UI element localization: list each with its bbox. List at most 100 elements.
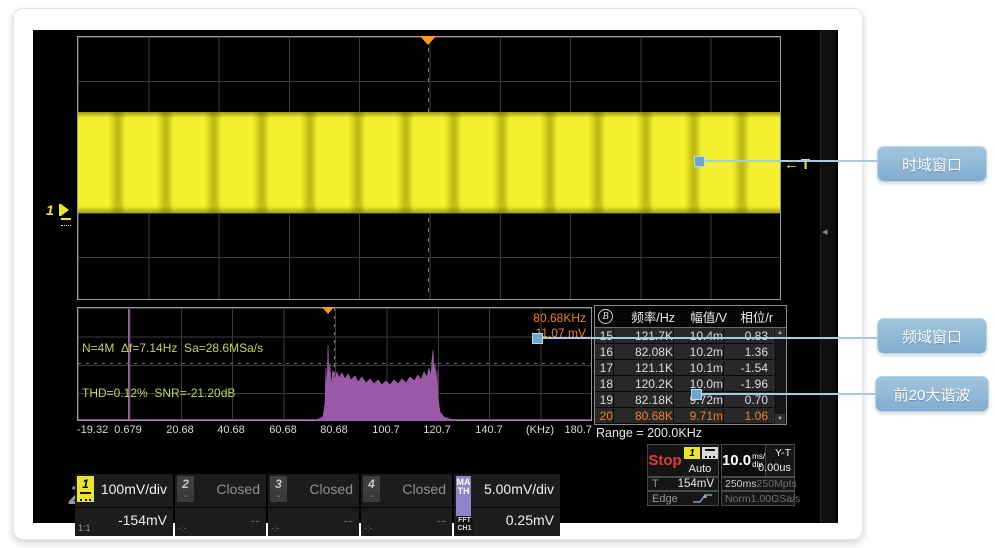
ch3-number-badge[interactable]: 3 xyxy=(270,476,287,491)
callout-marker-freq-window xyxy=(532,333,543,344)
ch1-ground-marker[interactable]: 1 xyxy=(46,202,69,218)
fft-cursor-amplitude: 11.07 mV xyxy=(430,326,586,341)
harmonic-frequency: 80.68K xyxy=(613,409,673,423)
harmonic-frequency: 120.2K xyxy=(613,377,673,391)
table-scrollbar[interactable]: ▲ ▼ xyxy=(773,328,786,424)
scroll-down-icon[interactable]: ▼ xyxy=(775,414,785,424)
callout-marker-time-window xyxy=(694,156,705,167)
channel-4-block[interactable]: 4 - -:- Closed -- xyxy=(361,474,452,536)
harmonic-amplitude: 10.1m xyxy=(673,361,723,375)
axis-tick: 60.68 xyxy=(269,424,297,436)
table-row[interactable]: 15 121.7K 10.4m 0.83 xyxy=(595,328,774,343)
ch4-value: -- xyxy=(437,512,446,528)
run-state[interactable]: Stop xyxy=(648,445,682,476)
harmonic-frequency: 121.7K xyxy=(613,329,673,343)
channel-2-block[interactable]: 2 - -:- Closed -- xyxy=(175,474,266,536)
trigger-type-box[interactable]: Edge xyxy=(647,491,719,506)
ch1-marker-label: 1 xyxy=(46,202,54,218)
trigger-kind-label: Edge xyxy=(652,493,678,505)
ch2-value: -- xyxy=(251,512,260,528)
channel-3-block[interactable]: 3 - -:- Closed -- xyxy=(268,474,359,536)
ch1-offset-value[interactable]: -154mV xyxy=(118,512,167,528)
ch1-scale-value[interactable]: 100mV/div xyxy=(101,481,167,497)
math-offset-value[interactable]: 0.25mV xyxy=(506,512,554,528)
display-mode: Y-T xyxy=(775,447,791,459)
ch4-number-badge[interactable]: 4 xyxy=(363,476,380,491)
callout-label-harmonics: 前20大谐波 xyxy=(875,376,989,412)
trigger-level-marker[interactable]: ←T xyxy=(784,156,812,173)
math-source-ch1: CH1 xyxy=(456,525,473,533)
ch4-status: Closed xyxy=(402,481,446,497)
ch1-waveform-trace xyxy=(78,112,780,213)
ch2-status: Closed xyxy=(216,481,260,497)
table-row[interactable]: 17 121.1K 10.1m -1.54 xyxy=(595,360,774,375)
col-header-frequency: 频率/Hz xyxy=(615,307,675,326)
trigger-level-box[interactable]: T 154mV xyxy=(647,477,719,491)
ch1-probe-ratio: 1:1 xyxy=(78,523,91,533)
axis-tick: 180.7 xyxy=(564,424,592,436)
axis-tick: 120.7 xyxy=(423,424,451,436)
ch4-coupling-badge[interactable]: - xyxy=(363,491,380,502)
math-mode-badge: FFT CH1 xyxy=(456,517,473,534)
harmonic-phase: 1.36 xyxy=(723,345,770,359)
channel-1-block[interactable]: 1 1:1 100mV/div -154mV xyxy=(75,474,173,536)
callout-label-time-window: 时域窗口 xyxy=(877,146,987,182)
math-mode-fft: FFT xyxy=(456,517,473,525)
side-panel-strip[interactable] xyxy=(820,30,836,523)
harmonic-phase: -1.96 xyxy=(723,377,770,391)
harmonic-index: 15 xyxy=(595,329,613,343)
harmonic-amplitude: 9.71m xyxy=(673,409,723,423)
callout-line-freq-window xyxy=(541,337,877,339)
ch2-coupling-badge[interactable]: - xyxy=(177,491,194,502)
fft-info-line1: N=4M Δf=7.14Hz Sa=28.6MSa/s xyxy=(82,341,263,356)
ch4-probe-ratio: -:- xyxy=(364,523,373,533)
trigger-status-box[interactable]: Stop 1 Auto xyxy=(647,444,719,477)
table-row[interactable]: 18 120.2K 10.0m -1.96 xyxy=(595,376,774,391)
fft-range-label: Range = 200.0KHz xyxy=(596,426,702,440)
harmonic-phase: 0.83 xyxy=(723,329,770,343)
timebase-value: 10.0 xyxy=(722,452,751,469)
callout-label-freq-window: 频域窗口 xyxy=(877,318,987,354)
harmonics-table-header: B 频率/Hz 幅值/V 相位/r xyxy=(595,306,786,328)
math-block[interactable]: MATH FFT CH1 5.00mV/div 0.25mV xyxy=(454,474,560,536)
scope-screen: 1 ←T ◂ N=4M Δf=7.14Hz Sa=28.6MSa/s THD=0… xyxy=(33,30,838,523)
axis-tick: -19.32 xyxy=(77,424,108,436)
fft-trigger-marker-icon[interactable] xyxy=(322,307,334,314)
record-box: 250ms 250Mpts xyxy=(721,477,795,491)
callout-line-time-window xyxy=(703,160,877,162)
trigger-coupling-badge[interactable] xyxy=(702,447,718,459)
spectrum-lobe xyxy=(314,345,456,421)
trigger-mode[interactable]: Auto xyxy=(682,463,718,475)
dc-coupling-icon xyxy=(80,492,91,501)
ch2-number-badge[interactable]: 2 xyxy=(177,476,194,491)
trigger-t-label: T xyxy=(652,478,659,490)
math-scale-value[interactable]: 5.00mV/div xyxy=(484,481,554,497)
harmonic-index: 16 xyxy=(595,345,613,359)
table-row[interactable]: 16 82.08K 10.2m 1.36 xyxy=(595,344,774,359)
trigger-source-badge[interactable]: 1 xyxy=(684,447,700,459)
ch1-number-badge[interactable]: 1 xyxy=(77,476,94,491)
harmonic-index: 18 xyxy=(595,377,613,391)
stop-label: Stop xyxy=(648,452,681,469)
harmonics-rows: 15 121.7K 10.4m 0.83 16 82.08K 10.2m 1.3… xyxy=(595,328,774,424)
callout-line-harmonics xyxy=(700,393,877,395)
ch3-status: Closed xyxy=(309,481,353,497)
callout-marker-harmonics xyxy=(691,389,702,400)
math-tab[interactable]: MATH xyxy=(456,476,471,516)
ch3-probe-ratio: -:- xyxy=(271,523,280,533)
timebase-box[interactable]: 10.0 ms/ div Y-T 0.00us xyxy=(721,444,795,477)
ch1-coupling-badge[interactable] xyxy=(77,491,94,502)
b-marker-icon: B xyxy=(598,309,613,324)
col-header-amplitude: 幅值/V xyxy=(675,307,727,326)
ch3-coupling-badge[interactable]: - xyxy=(270,491,287,502)
axis-tick: 0.679 xyxy=(114,424,142,436)
table-row-highlighted[interactable]: 20 80.68K 9.71m 1.06 xyxy=(595,408,774,423)
fft-info-line2: THD=0.12% SNR=-21.20dB xyxy=(82,386,263,401)
trigger-position-marker-icon[interactable] xyxy=(420,36,436,45)
harmonic-amplitude: 10.4m xyxy=(673,329,723,343)
collapse-left-icon[interactable]: ◂ xyxy=(822,225,828,238)
rising-edge-icon xyxy=(692,493,714,504)
figure-canvas: 1 ←T ◂ N=4M Δf=7.14Hz Sa=28.6MSa/s THD=0… xyxy=(0,0,995,548)
axis-unit: (KHz) xyxy=(526,424,554,436)
harmonic-frequency: 82.08K xyxy=(613,345,673,359)
